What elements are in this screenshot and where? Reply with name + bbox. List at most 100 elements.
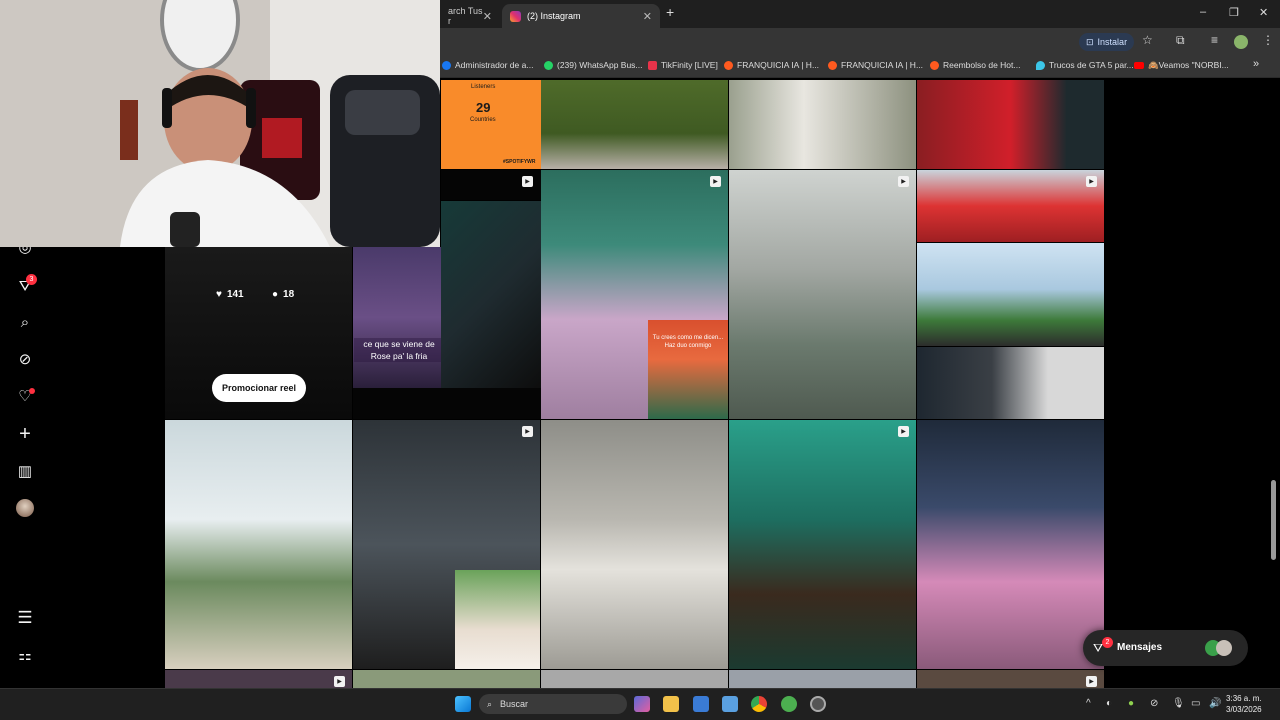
bookmark-item[interactable]: TikFinity [LIVE] (648, 60, 718, 70)
bookmark-label: Trucos de GTA 5 par... (1049, 60, 1134, 70)
taskbar-search[interactable]: ⌕ Buscar (479, 694, 627, 714)
more-menu-icon[interactable]: ☰ (16, 608, 34, 627)
post-thumbnail[interactable] (917, 670, 1104, 688)
webcam-overlay (0, 0, 440, 247)
file-explorer-icon[interactable] (663, 696, 679, 712)
post-thumbnail[interactable] (165, 420, 352, 669)
tab-instagram[interactable]: (2) Instagram ✕ (502, 4, 660, 28)
search-icon[interactable]: ⌕ (16, 313, 34, 331)
bookmark-item[interactable]: Administrador de a... (442, 60, 533, 70)
copilot-icon[interactable] (634, 696, 650, 712)
clock-time: 3:36 a. m. (1226, 694, 1262, 703)
new-tab-button[interactable]: + (666, 4, 674, 20)
reel-thumbnail[interactable] (353, 247, 445, 388)
bookmark-item[interactable]: 🙈Veamos "NORBI... (1134, 60, 1229, 71)
page-scrollbar[interactable] (1271, 480, 1276, 560)
app-icon[interactable] (781, 696, 797, 712)
post-thumbnail[interactable] (353, 388, 541, 419)
minimize-button[interactable]: – (1200, 6, 1206, 18)
spotify-label: Listeners (471, 84, 496, 90)
hotmart-icon (724, 60, 733, 70)
hotmart-icon (828, 60, 837, 70)
volume-icon[interactable]: 🔊 (1209, 698, 1221, 709)
chrome-icon[interactable] (751, 696, 767, 712)
more-bookmarks-button[interactable]: » (1253, 58, 1259, 70)
notification-dot (29, 388, 35, 394)
comment-icon: ● (272, 289, 279, 300)
messages-pill[interactable]: ⛛ 2 Mensajes (1083, 630, 1248, 666)
explore-icon[interactable]: ⊘ (16, 350, 34, 368)
reel-icon: ▶ (898, 176, 909, 187)
photos-icon[interactable] (722, 696, 738, 712)
search-icon: ⌕ (487, 698, 493, 709)
reel-thumbnail[interactable] (917, 170, 1104, 242)
bookmark-item[interactable]: Trucos de GTA 5 par... (1036, 60, 1134, 70)
tray-app-icon[interactable]: ● (1128, 698, 1134, 709)
post-thumbnail[interactable] (165, 670, 352, 688)
bookmark-item[interactable]: FRANQUICIA IA | H... (828, 60, 923, 70)
bookmark-label: FRANQUICIA IA | H... (737, 60, 820, 70)
post-thumbnail[interactable] (917, 243, 1104, 346)
spotify-tag: #SPOTIFYWR (503, 159, 536, 165)
post-thumbnail[interactable] (541, 80, 728, 169)
maximize-button[interactable]: ❐ (1229, 6, 1239, 19)
sticker-text: Tu crees como me dicen... Haz duo conmig… (652, 335, 724, 349)
browser-menu-icon[interactable]: ⋮ (1262, 33, 1274, 47)
screen: { "browser": { "tabs": [ {"label": "arch… (0, 0, 1280, 720)
spotify-wrapped-post[interactable]: Listeners 29 Countries #SPOTIFYWR (441, 80, 541, 169)
profile-avatar[interactable] (1234, 35, 1248, 49)
tray-network-icon[interactable]: ⊘ (1150, 698, 1158, 709)
drop-icon (1036, 60, 1045, 70)
post-thumbnail[interactable] (729, 670, 916, 688)
tab-close-icon[interactable]: ✕ (483, 10, 492, 23)
tray-app-icon[interactable]: ◐ (1106, 698, 1112, 709)
bookmark-item[interactable]: (239) WhatsApp Bus... (544, 60, 643, 70)
spotify-number: 29 (476, 100, 491, 115)
create-icon[interactable]: + (16, 423, 34, 445)
likes-stat: ♥ 141 (216, 289, 244, 300)
meta-icon (442, 60, 451, 70)
tray-chevron-icon[interactable]: ^ (1086, 698, 1091, 709)
start-icon[interactable] (455, 696, 471, 712)
tab-search[interactable]: arch Tus r ✕ (440, 4, 500, 28)
messages-badge: 2 (1102, 637, 1113, 648)
notification-badge: 3 (26, 274, 37, 285)
dashboard-icon[interactable]: ▥ (16, 462, 34, 480)
comments-count: 18 (283, 289, 295, 300)
bookmark-star-icon[interactable]: ☆ (1142, 33, 1153, 47)
clock-date: 3/03/2026 (1226, 705, 1262, 714)
post-thumbnail[interactable] (353, 670, 540, 688)
tikfinity-icon (648, 60, 657, 70)
comments-stat: ● 18 (272, 289, 294, 300)
post-thumbnail[interactable] (729, 80, 916, 169)
reel-thumbnail[interactable] (917, 420, 1104, 669)
reel-thumbnail[interactable] (441, 201, 541, 388)
promote-reel-button[interactable]: Promocionar reel (212, 374, 306, 402)
hotmart-icon (930, 60, 939, 70)
profile-avatar[interactable] (16, 499, 34, 517)
reel-icon: ▶ (522, 176, 533, 187)
install-app-button[interactable]: ⊡ Instalar (1079, 33, 1135, 51)
tab-close-icon[interactable]: ✕ (643, 10, 652, 23)
media-controls-icon[interactable]: ≡ (1211, 33, 1218, 47)
reel-icon: ▶ (522, 426, 533, 437)
taskbar-clock[interactable]: 3:36 a. m. 3/03/2026 (1226, 693, 1262, 715)
obs-icon[interactable] (810, 696, 826, 712)
bookmark-item[interactable]: Reembolso de Hot... (930, 60, 1020, 70)
microphone-icon[interactable]: 🎙 (1172, 698, 1185, 709)
store-icon[interactable] (693, 696, 709, 712)
extensions-icon[interactable]: ⧉ (1176, 33, 1185, 48)
likes-count: 141 (226, 289, 244, 300)
bookmark-label: Reembolso de Hot... (943, 60, 1021, 70)
close-window-button[interactable]: ✕ (1259, 6, 1268, 19)
bookmark-item[interactable]: FRANQUICIA IA | H... (724, 60, 819, 70)
post-thumbnail[interactable] (541, 670, 728, 688)
battery-icon[interactable]: ▭ (1191, 698, 1200, 709)
reel-thumbnail[interactable] (729, 170, 916, 419)
meta-apps-icon[interactable]: ⚏ (16, 646, 34, 664)
reel-thumbnail[interactable] (729, 420, 916, 669)
post-thumbnail[interactable] (541, 420, 728, 669)
post-thumbnail[interactable] (917, 347, 1104, 419)
post-thumbnail[interactable] (917, 80, 1104, 169)
reel-icon: ▶ (898, 426, 909, 437)
